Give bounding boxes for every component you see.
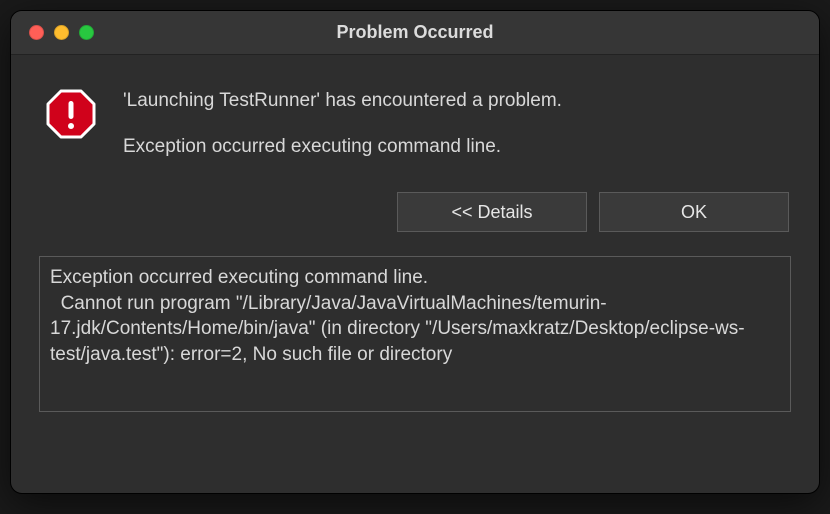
message-summary: Exception occurred executing command lin… (123, 133, 562, 161)
minimize-icon[interactable] (54, 25, 69, 40)
message-text: 'Launching TestRunner' has encountered a… (123, 87, 562, 160)
details-button[interactable]: << Details (397, 192, 587, 232)
dialog-content: 'Launching TestRunner' has encountered a… (11, 55, 819, 493)
message-heading: 'Launching TestRunner' has encountered a… (123, 87, 562, 115)
details-text[interactable]: Exception occurred executing command lin… (39, 256, 791, 412)
dialog-window: Problem Occurred 'Launching TestRunner' … (10, 10, 820, 494)
close-icon[interactable] (29, 25, 44, 40)
error-icon (43, 87, 99, 139)
window-title: Problem Occurred (27, 22, 803, 43)
button-row: << Details OK (39, 192, 791, 232)
window-controls (29, 25, 94, 40)
maximize-icon[interactable] (79, 25, 94, 40)
titlebar: Problem Occurred (11, 11, 819, 55)
message-row: 'Launching TestRunner' has encountered a… (39, 77, 791, 164)
ok-button[interactable]: OK (599, 192, 789, 232)
